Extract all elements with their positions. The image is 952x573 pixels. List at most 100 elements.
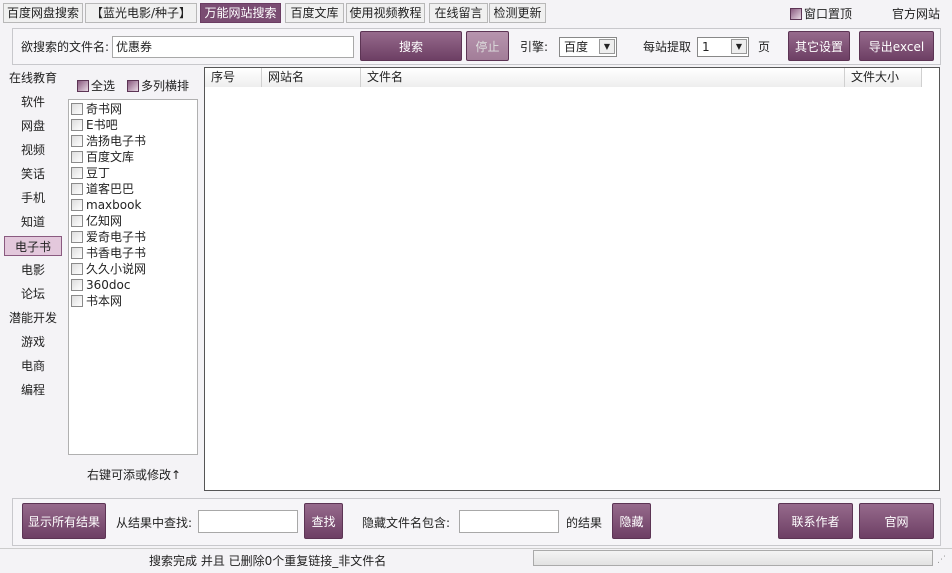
page-unit-label: 页 <box>758 40 771 54</box>
category-item[interactable]: 笑话 <box>4 164 62 184</box>
site-item[interactable]: 书本网 <box>69 293 197 309</box>
site-label: 亿知网 <box>86 214 123 228</box>
find-in-results-input[interactable] <box>198 510 298 533</box>
category-item[interactable]: 论坛 <box>4 284 62 304</box>
pin-window-label: 窗口置顶 <box>804 7 853 21</box>
category-item[interactable]: 游戏 <box>4 332 62 352</box>
per-site-select[interactable]: 1 ▼ <box>697 37 749 57</box>
checkbox-icon <box>71 199 83 211</box>
tab-3[interactable]: 百度文库 <box>285 3 344 23</box>
official-site-button[interactable]: 官网 <box>859 503 934 539</box>
engine-label: 引擎: <box>520 40 549 54</box>
chevron-down-icon: ▼ <box>599 39 615 54</box>
site-list: 奇书网 E书吧浩扬电子书百度文库 豆丁 道客巴巴 maxbook 亿知网 爱奇电子书 书香电子… <box>68 99 198 455</box>
site-item[interactable]: 百度文库 <box>69 149 197 165</box>
search-button[interactable]: 搜索 <box>360 31 462 61</box>
site-label: 道客巴巴 <box>86 182 135 196</box>
progress-bar <box>533 550 933 566</box>
checkbox-icon <box>71 263 83 275</box>
site-item[interactable]: 360doc <box>69 277 197 293</box>
checkbox-icon <box>71 183 83 195</box>
site-label: E书吧 <box>86 118 118 132</box>
site-item[interactable]: 浩扬电子书 <box>69 133 197 149</box>
category-item[interactable]: 电子书 <box>4 236 62 256</box>
checkbox-icon <box>790 8 802 20</box>
category-item[interactable]: 在线教育 <box>4 68 62 88</box>
multi-column-label: 多列横排 <box>141 79 190 93</box>
tab-2[interactable]: 万能网站搜索 <box>200 3 281 23</box>
site-item[interactable]: 书香电子书 <box>69 245 197 261</box>
engine-select[interactable]: 百度 ▼ <box>559 37 617 57</box>
category-item[interactable]: 知道 <box>4 212 62 232</box>
column-header[interactable]: 序号 <box>205 68 262 87</box>
tab-0[interactable]: 百度网盘搜索 <box>3 3 83 23</box>
other-settings-button[interactable]: 其它设置 <box>788 31 850 61</box>
status-text: 搜索完成 并且 已删除0个重复链接_非文件名 <box>149 554 387 568</box>
checkbox-icon <box>71 151 83 163</box>
category-item[interactable]: 编程 <box>4 380 62 400</box>
hide-label: 隐藏文件名包含: <box>362 516 451 530</box>
site-label: 百度文库 <box>86 150 135 164</box>
tab-4[interactable]: 使用视频教程 <box>346 3 425 23</box>
edit-hint: 右键可添或修改↑ <box>87 468 182 482</box>
site-item[interactable]: 道客巴巴 <box>69 181 197 197</box>
checkbox-icon <box>71 231 83 243</box>
category-item[interactable]: 电商 <box>4 356 62 376</box>
tab-6[interactable]: 检测更新 <box>489 3 546 23</box>
tab-5[interactable]: 在线留言 <box>429 3 488 23</box>
column-header[interactable]: 文件名 <box>361 68 845 87</box>
site-item[interactable]: 奇书网 <box>69 101 197 117</box>
stop-button[interactable]: 停止 <box>466 31 509 61</box>
site-label: 久久小说网 <box>86 262 147 276</box>
category-item[interactable]: 电影 <box>4 260 62 280</box>
per-site-value: 1 <box>702 40 710 54</box>
column-header[interactable]: 文件大小 <box>845 68 922 87</box>
category-item[interactable]: 视频 <box>4 140 62 160</box>
show-all-results-button[interactable]: 显示所有结果 <box>22 503 106 539</box>
site-item[interactable]: 爱奇电子书 <box>69 229 197 245</box>
pin-window-checkbox[interactable]: 窗口置顶 <box>790 5 852 22</box>
checkbox-icon <box>71 247 83 259</box>
resize-grip-icon[interactable]: ⋰ <box>937 555 946 565</box>
checkbox-icon <box>71 295 83 307</box>
select-all-label: 全选 <box>91 79 116 93</box>
official-site-link[interactable]: 官方网站 <box>892 5 940 22</box>
site-label: 360doc <box>86 278 131 292</box>
contact-author-button[interactable]: 联系作者 <box>778 503 853 539</box>
engine-value: 百度 <box>564 40 589 54</box>
select-all-checkbox[interactable]: 全选 <box>77 77 115 94</box>
site-label: 浩扬电子书 <box>86 134 147 148</box>
result-suffix-label: 的结果 <box>566 516 603 530</box>
hide-button[interactable]: 隐藏 <box>612 503 651 539</box>
category-item[interactable]: 网盘 <box>4 116 62 136</box>
chevron-down-icon: ▼ <box>731 39 747 54</box>
category-item[interactable]: 潜能开发 <box>4 308 62 328</box>
category-item[interactable]: 软件 <box>4 92 62 112</box>
hide-filter-input[interactable] <box>459 510 559 533</box>
column-header[interactable]: 网站名 <box>262 68 361 87</box>
results-table: 序号 网站名 文件名 文件大小 <box>204 67 940 491</box>
site-label: maxbook <box>86 198 142 212</box>
site-label: 奇书网 <box>86 102 123 116</box>
site-item[interactable]: E书吧 <box>69 117 197 133</box>
search-label: 欲搜索的文件名: <box>21 40 110 54</box>
site-item[interactable]: 久久小说网 <box>69 261 197 277</box>
checkbox-icon <box>71 135 83 147</box>
search-input[interactable]: 优惠券 <box>112 36 354 58</box>
export-excel-button[interactable]: 导出excel <box>859 31 934 61</box>
checkbox-icon <box>77 80 89 92</box>
site-item[interactable]: 豆丁 <box>69 165 197 181</box>
site-label: 书香电子书 <box>86 246 147 260</box>
tab-1[interactable]: 【蓝光电影/种子】 <box>85 3 197 23</box>
find-button[interactable]: 查找 <box>304 503 343 539</box>
checkbox-icon <box>127 80 139 92</box>
site-item[interactable]: maxbook <box>69 197 197 213</box>
checkbox-icon <box>71 215 83 227</box>
checkbox-icon <box>71 119 83 131</box>
category-item[interactable]: 手机 <box>4 188 62 208</box>
site-label: 书本网 <box>86 294 123 308</box>
site-item[interactable]: 亿知网 <box>69 213 197 229</box>
find-label: 从结果中查找: <box>116 516 193 530</box>
multi-column-checkbox[interactable]: 多列横排 <box>127 77 189 94</box>
checkbox-icon <box>71 167 83 179</box>
